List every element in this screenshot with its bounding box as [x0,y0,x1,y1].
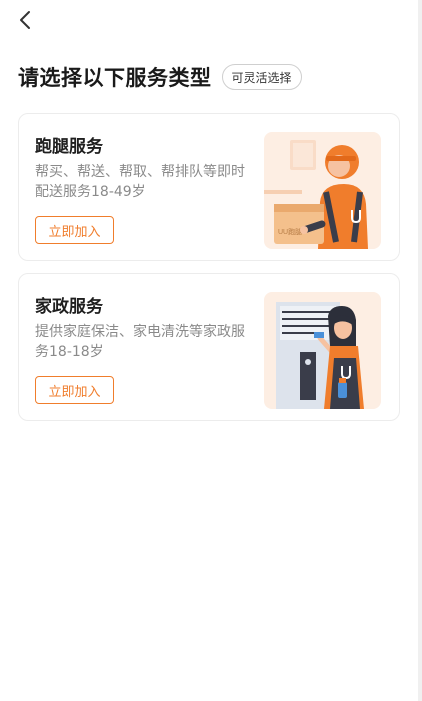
service-card-errand[interactable]: 跑腿服务 帮买、帮送、帮取、帮排队等即时配送服务18-49岁 立即加入 UU跑腿 [18,113,400,261]
service-description: 提供家庭保洁、家电清洗等家政服务18-18岁 [35,324,245,360]
scroll-rail [418,0,422,701]
page-header: 请选择以下服务类型 可灵活选择 [18,62,302,92]
service-card-housekeeping[interactable]: 家政服务 提供家庭保洁、家电清洗等家政服务18-18岁 立即加入 [18,273,400,421]
service-title: 家政服务 [35,297,103,317]
service-title: 跑腿服务 [35,137,103,157]
box-brand-label: UU跑腿 [278,227,302,236]
flexible-choice-badge: 可灵活选择 [221,64,302,90]
housekeeping-cleaner-illustration [264,292,381,409]
errand-courier-illustration: UU跑腿 [264,132,381,249]
join-errand-button[interactable]: 立即加入 [35,216,114,244]
back-button[interactable] [14,8,38,32]
join-housekeeping-button[interactable]: 立即加入 [35,376,114,404]
chevron-left-icon [20,11,30,29]
page-title: 请选择以下服务类型 [18,66,212,90]
service-description: 帮买、帮送、帮取、帮排队等即时配送服务18-49岁 [35,164,245,200]
